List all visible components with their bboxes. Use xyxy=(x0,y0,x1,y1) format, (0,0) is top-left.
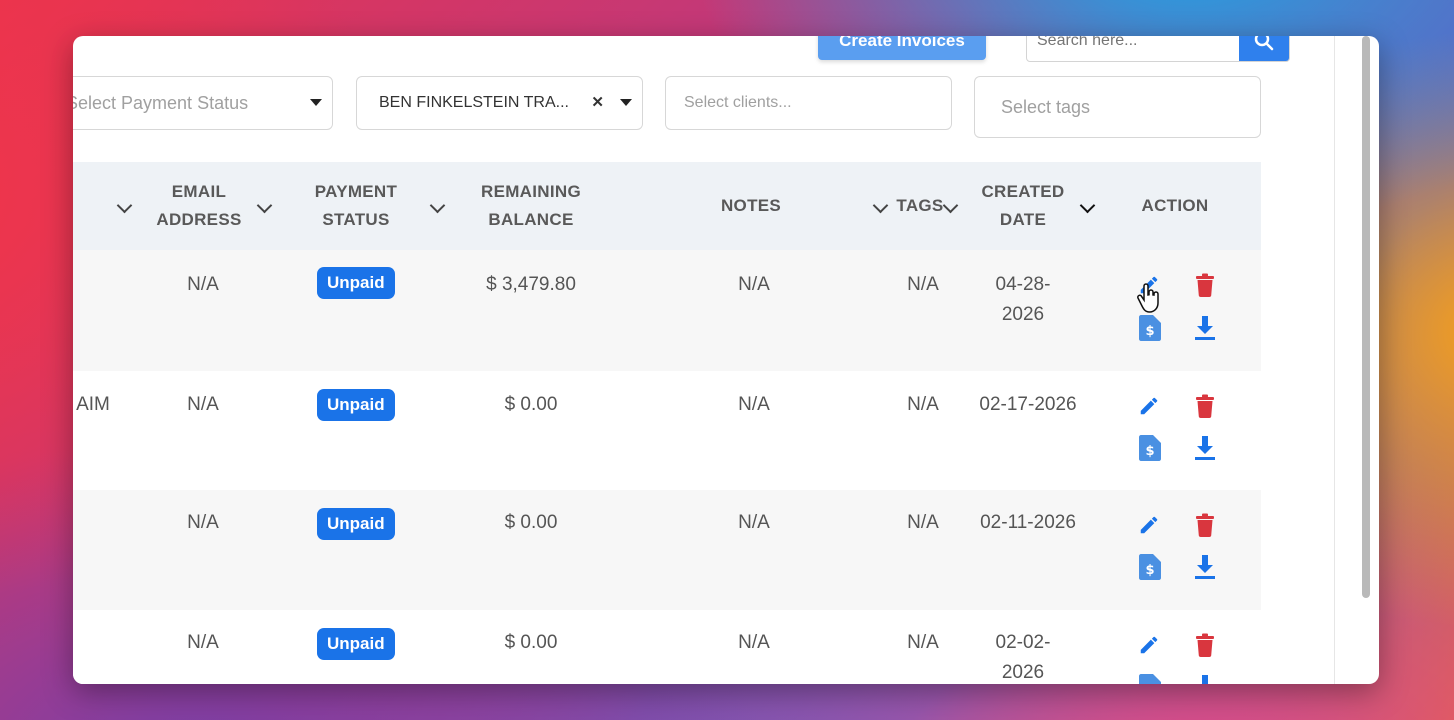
partial-cell: AIM xyxy=(76,394,110,415)
header-created-date[interactable]: CREATED DATE xyxy=(968,162,1078,250)
edit-icon xyxy=(1140,636,1158,654)
download-button[interactable] xyxy=(1192,554,1218,580)
balance-cell: $ 0.00 xyxy=(504,632,558,653)
chevron-down-icon[interactable] xyxy=(1079,197,1096,214)
invoice-icon xyxy=(1139,674,1161,684)
chevron-down-icon[interactable] xyxy=(429,197,446,214)
create-invoices-button[interactable]: Create Invoices xyxy=(818,36,986,60)
tags-cell: N/A xyxy=(907,394,939,415)
created-date-cell: 02-17-2026 xyxy=(979,394,1077,415)
edit-button[interactable] xyxy=(1136,512,1162,538)
trash-icon xyxy=(1196,513,1214,537)
delete-button[interactable] xyxy=(1192,393,1218,419)
invoice-icon: $ xyxy=(1139,435,1161,461)
search-icon xyxy=(1254,36,1274,51)
email-cell: N/A xyxy=(187,394,219,415)
search-input[interactable] xyxy=(1027,36,1245,61)
balance-cell: $ 0.00 xyxy=(504,512,558,533)
download-button[interactable] xyxy=(1192,435,1218,461)
download-button[interactable] xyxy=(1192,315,1218,341)
notes-cell: N/A xyxy=(738,274,770,295)
tags-cell: N/A xyxy=(907,632,939,653)
chevron-down-icon xyxy=(620,99,632,106)
invoice-button[interactable]: $ xyxy=(1137,435,1163,461)
header-remaining-balance[interactable]: REMAINING BALANCE xyxy=(455,162,607,250)
email-cell: N/A xyxy=(187,274,219,295)
created-date-cell: 02-02- 2026 xyxy=(995,632,1051,683)
trash-icon xyxy=(1196,394,1214,418)
delete-button[interactable] xyxy=(1192,272,1218,298)
download-icon xyxy=(1195,316,1215,340)
app-window: Create Invoices Select Payment Status BE… xyxy=(73,36,1379,684)
clear-icon[interactable]: ✕ xyxy=(591,93,604,111)
table-row: N/A Unpaid $ 0.00 N/A N/A 02-11-2026 $ xyxy=(73,490,1261,611)
edit-icon xyxy=(1140,516,1158,534)
tags-select[interactable]: Select tags xyxy=(974,76,1261,138)
client-selected-value: BEN FINKELSTEIN TRA... xyxy=(379,94,569,111)
clients-placeholder: Select clients... xyxy=(684,94,792,111)
balance-cell: $ 0.00 xyxy=(504,394,558,415)
edit-button[interactable] xyxy=(1136,393,1162,419)
table-row: AIM N/A Unpaid $ 0.00 N/A N/A 02-17-2026… xyxy=(73,371,1261,491)
chevron-down-icon xyxy=(310,99,322,106)
header-tags[interactable]: TAGS xyxy=(891,162,949,250)
payment-status-select[interactable]: Select Payment Status xyxy=(73,76,333,130)
invoice-button[interactable] xyxy=(1137,674,1163,684)
invoice-icon: $ xyxy=(1139,554,1161,580)
client-select[interactable]: BEN FINKELSTEIN TRA... ✕ xyxy=(356,76,643,130)
status-badge: Unpaid xyxy=(317,628,395,660)
table-header: EMAIL ADDRESS PAYMENT STATUS REMAINING BALA… xyxy=(73,162,1261,250)
edit-icon xyxy=(1140,397,1158,415)
scrollbar-thumb[interactable] xyxy=(1362,36,1370,598)
download-button[interactable] xyxy=(1192,674,1218,684)
header-notes[interactable]: NOTES xyxy=(691,162,811,250)
chevron-down-icon[interactable] xyxy=(872,197,889,214)
download-icon xyxy=(1195,555,1215,579)
invoice-icon: $ xyxy=(1139,315,1161,341)
notes-cell: N/A xyxy=(738,394,770,415)
tags-cell: N/A xyxy=(907,274,939,295)
search-button[interactable] xyxy=(1239,36,1289,61)
svg-text:$: $ xyxy=(1145,444,1154,459)
notes-cell: N/A xyxy=(738,512,770,533)
scrollbar-track xyxy=(1334,36,1335,684)
payment-status-placeholder: Select Payment Status xyxy=(73,92,249,113)
created-date-cell: 04-28- 2026 xyxy=(995,274,1051,325)
delete-button[interactable] xyxy=(1192,512,1218,538)
header-payment-status[interactable]: PAYMENT STATUS xyxy=(295,162,417,250)
tags-cell: N/A xyxy=(907,512,939,533)
tags-placeholder: Select tags xyxy=(1001,96,1091,117)
search-box xyxy=(1026,36,1290,62)
svg-text:$: $ xyxy=(1145,563,1154,578)
download-icon xyxy=(1202,675,1208,684)
header-action: ACTION xyxy=(1141,196,1209,215)
table-row: N/A Unpaid $ 3,479.80 N/A N/A 04-28- 2026… xyxy=(73,250,1261,372)
chevron-down-icon[interactable] xyxy=(256,197,273,214)
download-icon xyxy=(1195,436,1215,460)
trash-icon xyxy=(1196,633,1214,657)
status-badge: Unpaid xyxy=(317,389,395,421)
notes-cell: N/A xyxy=(738,632,770,653)
invoice-button[interactable]: $ xyxy=(1137,315,1163,341)
balance-cell: $ 3,479.80 xyxy=(486,274,576,295)
hand-cursor-icon xyxy=(1135,280,1165,314)
header-email[interactable]: EMAIL ADDRESS xyxy=(143,162,255,250)
clients-select[interactable]: Select clients... xyxy=(665,76,952,130)
table-row: N/A Unpaid $ 0.00 N/A N/A 02-02- 2026 xyxy=(73,610,1261,684)
svg-text:$: $ xyxy=(1145,324,1154,339)
created-date-cell: 02-11-2026 xyxy=(980,512,1076,533)
status-badge: Unpaid xyxy=(317,508,395,540)
email-cell: N/A xyxy=(187,512,219,533)
chevron-down-icon[interactable] xyxy=(116,197,133,214)
delete-button[interactable] xyxy=(1192,632,1218,658)
trash-icon xyxy=(1196,273,1214,297)
edit-button[interactable] xyxy=(1136,632,1162,658)
status-badge: Unpaid xyxy=(317,267,395,299)
email-cell: N/A xyxy=(187,632,219,653)
invoice-button[interactable]: $ xyxy=(1137,554,1163,580)
